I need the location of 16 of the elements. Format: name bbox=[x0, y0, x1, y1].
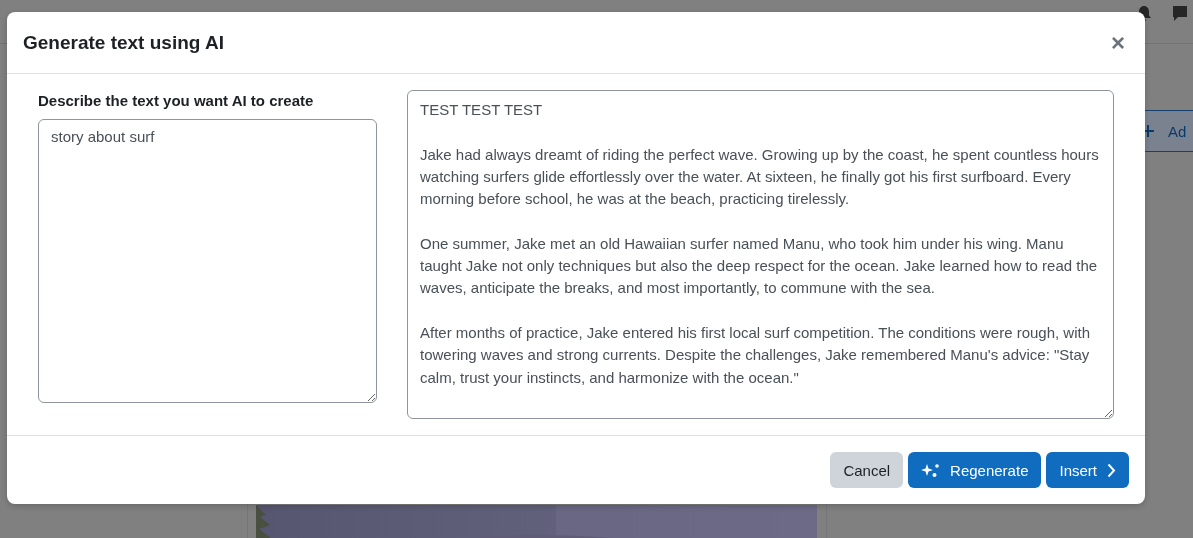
prompt-field[interactable]: story about surf bbox=[38, 119, 377, 403]
close-button[interactable]: × bbox=[1107, 28, 1129, 57]
field-label: Describe the text you want AI to create bbox=[38, 92, 315, 109]
regenerate-button[interactable]: Regenerate bbox=[908, 452, 1042, 488]
chat-icon[interactable] bbox=[1172, 5, 1188, 22]
plus-icon bbox=[1142, 125, 1154, 137]
paragraph: TEST TEST TEST bbox=[420, 100, 544, 120]
sparkle-icon bbox=[921, 462, 941, 478]
paragraph: Jake had always dreamt of riding the perfect wave. Growing up by the coast, he spent countless hours watching surfers glide effortlessly over the water. At sixteen, he finally got his first surfboard. Every morning before school, he was at the beach, practicing tirelessly. bbox=[420, 144, 1100, 210]
insert-button[interactable]: Insert bbox=[1046, 452, 1129, 488]
chevron-right-icon bbox=[1107, 462, 1116, 478]
paragraph: One summer, Jake met an old Hawaiian surfer named Manu, who took him under his wing. Manu taught Jake not only techniques but also the deep respect for the ocean. Jake learned how to read the waves, anticipate the breaks, and most importantly, to commune with the sea. bbox=[420, 233, 1099, 299]
dialog-title: Generate text using AI bbox=[23, 31, 224, 54]
cancel-button[interactable]: Cancel bbox=[830, 452, 904, 488]
paragraph: After months of practice, Jake entered his first local surf competition. The conditions were rough, with towering waves and strong currents. Despite the challenges, Jake remembered Manu's advice: "Stay calm, trust your instincts, and harmonize with the ocean." bbox=[420, 322, 1092, 388]
generated-text-field[interactable] bbox=[407, 90, 1114, 419]
